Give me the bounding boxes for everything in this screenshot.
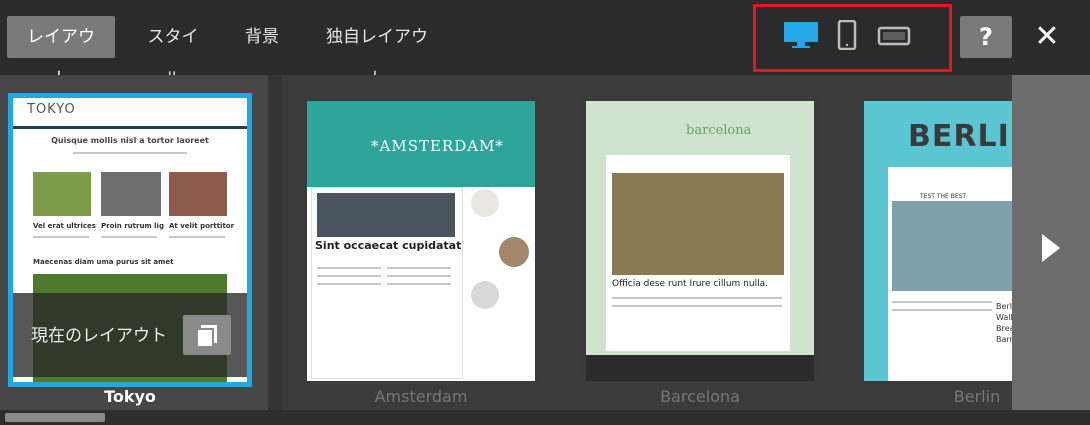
tokyo-image-1 [33, 172, 91, 216]
text-line [317, 283, 381, 285]
tokyo-col2-title: Proin rutrum lig [101, 222, 164, 230]
berlin-car-image [892, 201, 1012, 291]
amsterdam-side-image-1 [471, 189, 499, 217]
phone-icon[interactable] [837, 20, 857, 50]
layout-gallery: TOKYO Quisque mollis nisl a tortor laore… [0, 75, 1090, 410]
help-button[interactable]: ? [960, 16, 1012, 58]
text-line [387, 275, 451, 277]
text-line [612, 297, 782, 299]
text-line [169, 236, 225, 238]
text-line [33, 236, 89, 238]
berlin-logo: BERLIN [908, 119, 1012, 154]
tab-layout[interactable]: レイアウト [7, 16, 115, 89]
text-line [317, 275, 381, 277]
amsterdam-side-image-2 [499, 237, 529, 267]
template-card-tokyo[interactable]: TOKYO Quisque mollis nisl a tortor laore… [8, 93, 252, 387]
template-name-tokyo: Tokyo [104, 387, 156, 406]
text-line [612, 305, 782, 307]
current-layout-label: 現在のレイアウト [31, 326, 167, 346]
text-line [101, 236, 157, 238]
barcelona-footer [586, 355, 814, 381]
berlin-tag: TEST THE BEST [920, 193, 967, 200]
tokyo-col1-title: Vel erat ultrices [33, 222, 96, 230]
barcelona-park-image [612, 173, 784, 275]
tokyo-col3-title: At velit porttitor [169, 222, 235, 230]
amsterdam-logo: *AMSTERDAM* [371, 137, 504, 155]
text-line [892, 309, 992, 311]
copy-icon [196, 325, 217, 348]
template-name-amsterdam: Amsterdam [374, 387, 468, 406]
tokyo-image-3 [169, 172, 227, 216]
desktop-icon[interactable] [783, 20, 819, 50]
barcelona-heading: Officia dese runt Irure cillum nulla. [612, 279, 768, 289]
tokyo-logo: TOKYO [27, 102, 76, 117]
tab-style[interactable]: スタイル [128, 16, 218, 89]
barcelona-logo: barcelona [686, 123, 752, 138]
copy-layout-button[interactable] [183, 315, 231, 355]
tab-background[interactable]: 背景 [232, 16, 292, 58]
tokyo-image-2 [101, 172, 161, 216]
text-line [317, 267, 381, 269]
berlin-heading: Berlin Wall Break Barriers [996, 302, 1012, 344]
template-card-barcelona[interactable]: barcelona Officia dese runt Irure cillum… [582, 97, 818, 382]
amsterdam-side-image-3 [471, 281, 499, 309]
amsterdam-desk-image [317, 193, 455, 237]
tablet-landscape-icon[interactable] [877, 20, 911, 50]
tokyo-heading: Quisque mollis nisl a tortor laoreet [51, 136, 209, 145]
text-line [892, 301, 992, 303]
tokyo-header: TOKYO [13, 98, 247, 126]
tab-custom-layout[interactable]: 独自レイアウト [310, 16, 444, 89]
tokyo-nav-bar [13, 126, 247, 129]
template-name-barcelona: Barcelona [660, 387, 740, 406]
text-line [387, 267, 451, 269]
amsterdam-heading: Sint occaecat cupidatat [315, 239, 462, 252]
current-layout-overlay: 現在のレイアウト [13, 293, 247, 377]
text-line [73, 152, 187, 154]
gallery-divider [268, 75, 282, 410]
template-card-berlin[interactable]: BERLIN TEST THE BEST Berlin Wall Break B… [860, 97, 1012, 382]
scrollbar-thumb[interactable] [5, 413, 105, 422]
chevron-right-icon [1042, 234, 1060, 262]
horizontal-scrollbar[interactable] [0, 410, 1090, 425]
top-toolbar: レイアウト スタイル 背景 独自レイアウト ? ✕ [0, 0, 1090, 89]
text-line [387, 283, 451, 285]
close-button[interactable]: ✕ [1030, 20, 1064, 54]
tokyo-section-title: Maecenas diam uma purus sit amet [33, 258, 174, 266]
template-card-amsterdam[interactable]: *AMSTERDAM* Sint occaecat cupidatat [303, 97, 539, 382]
